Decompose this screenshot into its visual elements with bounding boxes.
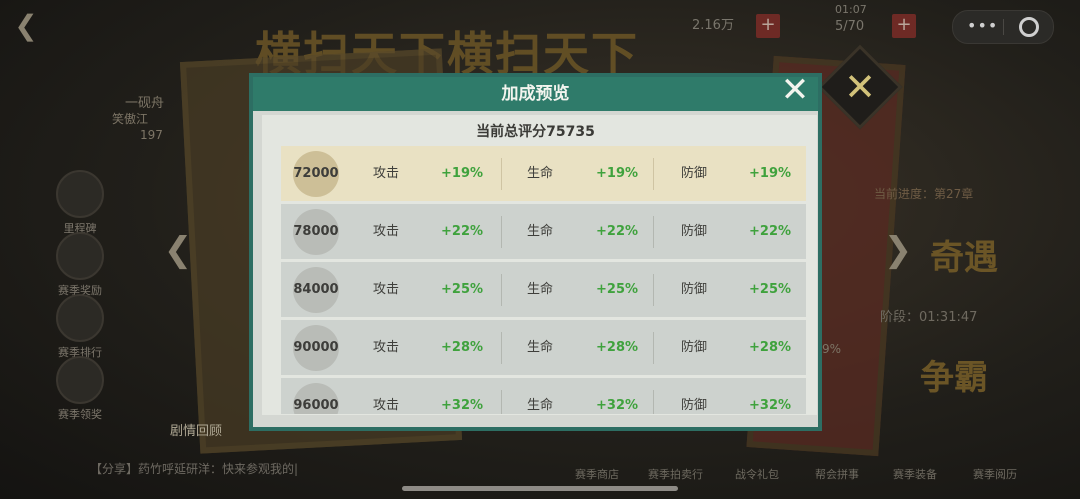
table-row: 90000 攻击 +28% 生命 +28% 防御 +28% (281, 320, 806, 375)
prev-page-arrow-icon[interactable]: ❮ (160, 232, 196, 268)
score-threshold: 90000 (293, 325, 339, 371)
defense-label: 防御 (681, 340, 708, 355)
column-divider (653, 390, 654, 414)
attack-label: 攻击 (373, 398, 400, 413)
column-divider (501, 390, 502, 414)
hp-bonus: +22% (596, 224, 639, 239)
side-button-season-claim[interactable]: 赛季领奖 (55, 356, 105, 422)
hp-label: 生命 (527, 282, 554, 297)
table-row: 96000 攻击 +32% 生命 +32% 防御 +32% (281, 378, 806, 414)
column-divider (501, 274, 502, 306)
dialog-title: 加成预览 (253, 77, 818, 111)
column-divider (501, 332, 502, 364)
column-divider (501, 158, 502, 190)
add-currency-button[interactable]: + (756, 14, 780, 38)
hp-bonus: +25% (596, 282, 639, 297)
defense-bonus: +28% (749, 340, 792, 355)
hp-label: 生命 (527, 340, 554, 355)
bonus-preview-dialog: 加成预览 ✕ 当前总评分75735 72000 攻击 +19% 生命 +19% … (249, 73, 822, 431)
more-icon[interactable]: ••• (967, 16, 998, 35)
miniprogram-capsule[interactable]: ••• (952, 10, 1054, 44)
attack-label: 攻击 (373, 340, 400, 355)
close-app-icon[interactable] (1019, 17, 1039, 37)
capsule-divider (1003, 19, 1004, 35)
defense-bonus: +32% (749, 398, 792, 413)
side-button-season-reward[interactable]: 赛季奖励 (55, 232, 105, 298)
tab-season-shop[interactable]: 赛季商店 (575, 466, 619, 482)
next-page-arrow-icon[interactable]: ❯ (880, 232, 916, 268)
home-indicator[interactable] (402, 486, 678, 491)
back-arrow-icon[interactable]: ❮ (8, 8, 44, 44)
tab-season-history[interactable]: 赛季阅历 (973, 466, 1017, 482)
attack-label: 攻击 (373, 224, 400, 239)
current-total-score: 当前总评分75735 (476, 124, 595, 140)
adventure-title[interactable]: 奇遇 (930, 230, 998, 279)
score-threshold: 72000 (293, 151, 339, 197)
hp-label: 生命 (527, 224, 554, 239)
score-threshold: 96000 (293, 383, 339, 414)
attack-bonus: +25% (441, 282, 484, 297)
defense-bonus: +19% (749, 166, 792, 181)
column-divider (653, 216, 654, 248)
rank-icon (56, 294, 104, 342)
stage-timer: 阶段：01:31:47 (880, 310, 978, 325)
defense-label: 防御 (681, 224, 708, 239)
stamina-amount: 5/70 (835, 19, 865, 34)
defense-label: 防御 (681, 398, 708, 413)
player-power: 197 (140, 128, 163, 142)
side-button-season-rank[interactable]: 赛季排行 (55, 294, 105, 360)
tab-season-auction[interactable]: 赛季拍卖行 (648, 466, 703, 482)
hp-label: 生命 (527, 398, 554, 413)
table-row: 84000 攻击 +25% 生命 +25% 防御 +25% (281, 262, 806, 317)
side-button-milestone[interactable]: 里程碑 (55, 170, 105, 236)
milestone-icon (56, 170, 104, 218)
attack-bonus: +19% (441, 166, 484, 181)
column-divider (501, 216, 502, 248)
column-divider (653, 274, 654, 306)
claim-icon (56, 356, 104, 404)
table-row: 72000 攻击 +19% 生命 +19% 防御 +19% (281, 146, 806, 201)
stage-percent: 9% (822, 342, 842, 356)
bonus-table[interactable]: 72000 攻击 +19% 生命 +19% 防御 +19% 78000 攻击 +… (281, 146, 806, 414)
table-row: 78000 攻击 +22% 生命 +22% 防御 +22% (281, 204, 806, 259)
contest-title[interactable]: 争霸 (920, 350, 988, 399)
player-guild: 笑傲江 (112, 112, 149, 126)
column-divider (653, 332, 654, 364)
hp-bonus: +28% (596, 340, 639, 355)
tab-battle-pass[interactable]: 战令礼包 (735, 466, 779, 482)
defense-label: 防御 (681, 282, 708, 297)
hp-label: 生命 (527, 166, 554, 181)
defense-bonus: +22% (749, 224, 792, 239)
attack-label: 攻击 (373, 166, 400, 181)
hp-bonus: +32% (596, 398, 639, 413)
attack-bonus: +28% (441, 340, 484, 355)
player-name: 一砚舟 (125, 96, 165, 111)
attack-bonus: +22% (441, 224, 484, 239)
defense-label: 防御 (681, 166, 708, 181)
chapter-progress: 当前进度：第27章 (874, 187, 974, 201)
stamina-timer: 01:07 (835, 3, 867, 16)
defense-bonus: +25% (749, 282, 792, 297)
story-review-button[interactable]: 剧情回顾 (170, 420, 222, 439)
column-divider (653, 158, 654, 190)
currency-amount: 2.16万 (692, 18, 734, 33)
chat-ticker[interactable]: 【分享】药竹呼延研洋：快来参观我的| (90, 460, 298, 477)
tab-season-gear[interactable]: 赛季装备 (893, 466, 937, 482)
add-stamina-button[interactable]: + (892, 14, 916, 38)
gift-icon (56, 232, 104, 280)
side-button-label: 赛季领奖 (58, 408, 102, 421)
score-threshold: 84000 (293, 267, 339, 313)
close-icon[interactable]: ✕ (778, 73, 812, 107)
score-threshold: 78000 (293, 209, 339, 255)
tab-guild-event[interactable]: 帮会拼事 (815, 466, 859, 482)
attack-bonus: +32% (441, 398, 484, 413)
attack-label: 攻击 (373, 282, 400, 297)
hp-bonus: +19% (596, 166, 639, 181)
